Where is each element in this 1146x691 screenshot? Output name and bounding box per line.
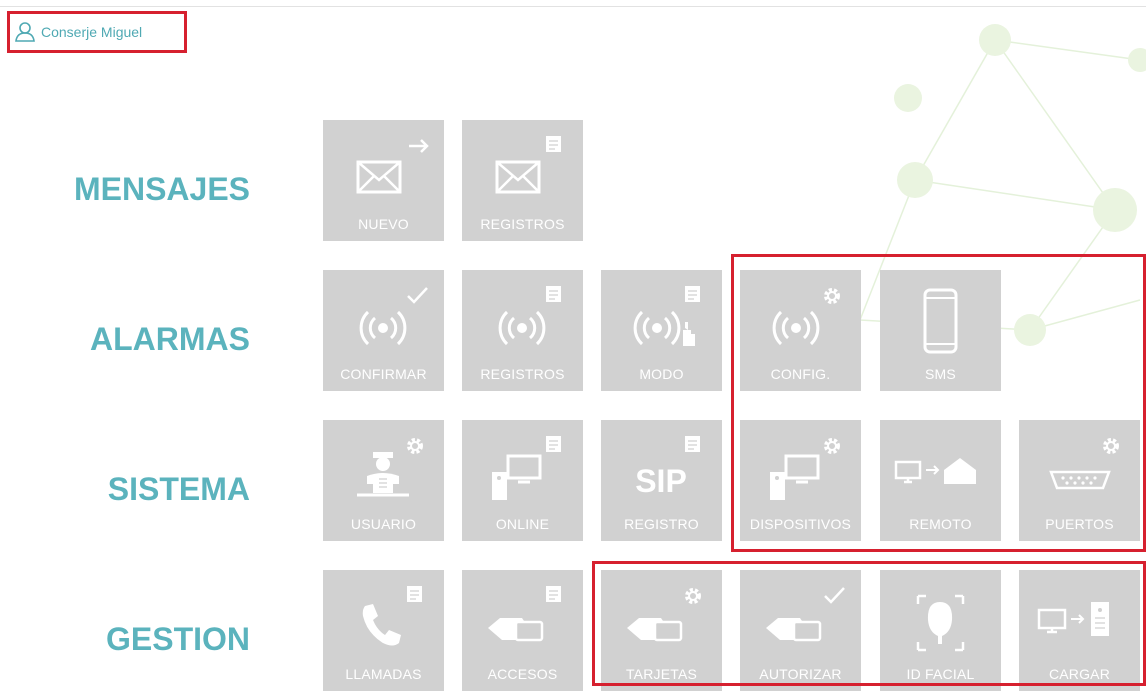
tile-mensajes-nuevo[interactable]: NUEVO xyxy=(323,120,444,241)
card-hand-icon xyxy=(627,588,701,642)
user-name: Conserje Miguel xyxy=(41,24,143,40)
tile-gestion-tarjetas[interactable]: TARJETAS xyxy=(601,570,722,691)
sip-text: SIP xyxy=(635,463,687,499)
phone-icon xyxy=(923,288,958,354)
envelope-icon xyxy=(356,139,429,194)
tile-label: SMS xyxy=(925,366,956,382)
alarm-icon xyxy=(772,288,840,346)
monitor-device-icon xyxy=(492,436,561,500)
tile-gestion-accesos[interactable]: ACCESOS xyxy=(462,570,583,691)
card-hand-icon xyxy=(488,586,561,642)
face-id-icon xyxy=(916,594,965,652)
tile-label: ACCESOS xyxy=(487,666,558,682)
document-icon xyxy=(407,586,422,602)
monitor-home-icon xyxy=(894,458,976,484)
arrow-right-icon xyxy=(409,139,429,153)
tile-alarmas-modo[interactable]: MODO xyxy=(601,270,722,391)
tile-label: TARJETAS xyxy=(625,666,698,682)
gear-icon xyxy=(824,438,840,454)
monitor-upload-icon xyxy=(1037,602,1109,636)
tile-label: REGISTROS xyxy=(480,216,565,232)
tile-label: NUEVO xyxy=(358,216,409,232)
document-icon xyxy=(685,286,700,302)
tile-label: ONLINE xyxy=(495,516,550,532)
tile-label: CONFIRMAR xyxy=(340,366,427,382)
tile-label: CARGAR xyxy=(1048,666,1111,682)
gear-icon xyxy=(685,588,701,604)
card-hand-icon xyxy=(766,587,845,642)
envelope-icon xyxy=(495,136,561,194)
document-icon xyxy=(546,436,561,452)
tile-mensajes-registros[interactable]: REGISTROS xyxy=(462,120,583,241)
tile-label: USUARIO xyxy=(350,516,417,532)
gear-icon xyxy=(407,438,423,454)
tile-sistema-usuario[interactable]: USUARIO xyxy=(323,420,444,541)
tile-label: LLAMADAS xyxy=(345,666,422,682)
section-title-mensajes: MENSAJES xyxy=(73,171,250,207)
tile-gestion-id-facial[interactable]: ID FACIAL xyxy=(880,570,1001,691)
document-icon xyxy=(546,586,561,602)
tile-sistema-puertos[interactable]: PUERTOS xyxy=(1019,420,1140,541)
tile-alarmas-registros[interactable]: REGISTROS xyxy=(462,270,583,391)
tile-label: MODO xyxy=(639,366,684,382)
gear-icon xyxy=(1103,438,1119,454)
tile-label: REGISTRO xyxy=(624,516,699,532)
user-info[interactable]: Conserje Miguel xyxy=(7,11,187,53)
tile-gestion-cargar[interactable]: CARGAR xyxy=(1019,570,1140,691)
section-title-gestion: GESTION xyxy=(105,621,250,657)
tile-label: ID FACIAL xyxy=(906,666,975,682)
tile-sistema-online[interactable]: ONLINE xyxy=(462,420,583,541)
monitor-device-icon xyxy=(770,438,840,500)
user-icon xyxy=(15,22,35,42)
document-icon xyxy=(685,436,700,452)
tile-label: CONFIG. xyxy=(770,366,831,382)
section-title-sistema: SISTEMA xyxy=(107,471,250,507)
serial-port-icon xyxy=(1049,438,1119,490)
tile-label: REGISTROS xyxy=(480,366,565,382)
tile-label: PUERTOS xyxy=(1045,516,1114,532)
tile-gestion-llamadas[interactable]: LLAMADAS xyxy=(323,570,444,691)
section-title-alarmas: ALARMAS xyxy=(90,321,250,357)
tile-label: REMOTO xyxy=(909,516,972,532)
phone-handset-icon xyxy=(362,586,422,646)
check-icon xyxy=(407,287,428,304)
document-icon xyxy=(546,136,561,152)
check-icon xyxy=(824,587,845,604)
tile-sistema-dispositivos[interactable]: DISPOSITIVOS xyxy=(740,420,861,541)
tile-alarmas-config[interactable]: CONFIG. xyxy=(740,270,861,391)
alarm-hand-icon xyxy=(633,286,700,346)
tile-label: AUTORIZAR xyxy=(759,666,842,682)
document-icon xyxy=(546,286,561,302)
alarm-icon xyxy=(359,287,428,346)
tile-alarmas-sms[interactable]: SMS xyxy=(880,270,1001,391)
tile-gestion-autorizar[interactable]: AUTORIZAR xyxy=(740,570,861,691)
alarm-icon xyxy=(498,286,561,346)
tile-sistema-remoto[interactable]: REMOTO xyxy=(880,420,1001,541)
tile-alarmas-confirmar[interactable]: CONFIRMAR xyxy=(323,270,444,391)
concierge-icon xyxy=(357,438,423,497)
gear-icon xyxy=(824,288,840,304)
sip-icon: SIP xyxy=(635,436,700,499)
tile-sistema-registro[interactable]: SIP REGISTRO xyxy=(601,420,722,541)
tile-label: DISPOSITIVOS xyxy=(749,516,852,532)
